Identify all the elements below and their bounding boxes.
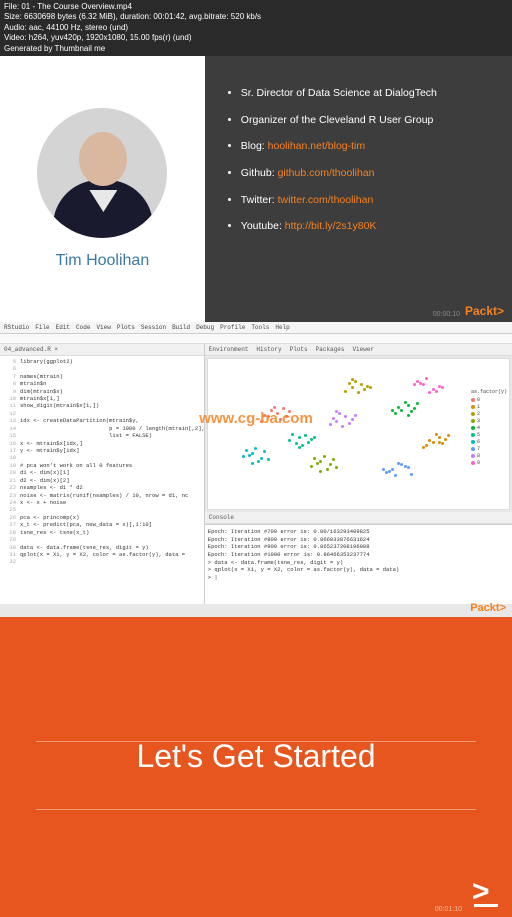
legend-item: 9 [471, 460, 507, 466]
source-tabs[interactable]: 04_advanced.R × [0, 344, 204, 356]
legend-item: 3 [471, 418, 507, 424]
scatter-plot [220, 367, 469, 495]
menu-item[interactable]: Profile [220, 324, 245, 331]
console[interactable]: Epoch: Iteration #700 error is: 0.80/163… [205, 524, 512, 604]
legend-item: 2 [471, 411, 507, 417]
console-tab[interactable]: Console [209, 514, 234, 521]
menu-item[interactable]: RStudio [4, 324, 29, 331]
legend-item: 1 [471, 404, 507, 410]
slide-title: Let's Get Started [136, 738, 375, 775]
pane-tab[interactable]: Environment [209, 346, 249, 353]
title-slide: Let's Get Started 00:01:10 > [0, 617, 512, 917]
bio-item: Organizer of the Cleveland R User Group [241, 113, 494, 128]
bio-item: Blog: hoolihan.net/blog-tim [241, 139, 494, 154]
source-tab[interactable]: 04_advanced.R × [4, 346, 58, 353]
meta-file: File: 01 - The Course Overview.mp4 [4, 2, 508, 12]
bio-right: Sr. Director of Data Science at DialogTe… [205, 56, 512, 322]
packt-brand: Packt> [465, 304, 504, 318]
meta-size: Size: 6630698 bytes (6.32 MiB), duration… [4, 12, 508, 22]
timestamp: 00:00:10 [433, 311, 460, 318]
timestamp: 00:01:10 [435, 906, 462, 913]
pane-tab[interactable]: History [256, 346, 281, 353]
menu-item[interactable]: Session [141, 324, 166, 331]
bio-item: Github: github.com/thoolihan [241, 166, 494, 181]
bio-item: Twitter: twitter.com/thoolihan [241, 193, 494, 208]
legend-item: 5 [471, 432, 507, 438]
menu-item[interactable]: Tools [251, 324, 269, 331]
console-tab-bar[interactable]: Console [205, 512, 512, 524]
legend-item: 6 [471, 439, 507, 445]
right-top-tabs[interactable]: Environment History Plots Packages Viewer [205, 344, 512, 356]
avatar [37, 108, 167, 238]
bio-list: Sr. Director of Data Science at DialogTe… [223, 86, 494, 234]
menu-item[interactable]: Edit [56, 324, 70, 331]
bio-item: Youtube: http://bit.ly/2s1y80K [241, 219, 494, 234]
legend-item: 8 [471, 453, 507, 459]
rstudio-slide: RStudio File Edit Code View Plots Session Build… [0, 322, 512, 617]
pane-tab[interactable]: Packages [316, 346, 345, 353]
code-editor[interactable]: 5library(ggplot2)67names(mtrain)8mtrain$… [0, 356, 204, 604]
presenter-name: Tim Hoolihan [56, 252, 150, 270]
pane-tab[interactable]: Plots [290, 346, 308, 353]
menu-item[interactable]: File [35, 324, 49, 331]
bio-link[interactable]: twitter.com/thoolihan [278, 194, 374, 206]
source-pane: 04_advanced.R × 5library(ggplot2)67names… [0, 344, 205, 604]
meta-video: Video: h264, yuv420p, 1920x1080, 15.00 f… [4, 33, 508, 43]
watermark: www.cg-ba.com [199, 410, 313, 427]
menu-item[interactable]: View [96, 324, 110, 331]
meta-generated: Generated by Thumbnail me [4, 44, 508, 54]
meta-audio: Audio: aac, 44100 Hz, stereo (und) [4, 23, 508, 33]
menu-bar[interactable]: RStudio File Edit Code View Plots Session Build… [0, 322, 512, 334]
divider-top [36, 741, 476, 742]
bio-slide: Tim Hoolihan Sr. Director of Data Scienc… [0, 56, 512, 322]
plot-legend: as.factor(y)0123456789 [471, 389, 507, 467]
menu-item[interactable]: Help [275, 324, 289, 331]
bio-link[interactable]: http://bit.ly/2s1y80K [285, 220, 377, 232]
packt-brand: Packt> [470, 602, 506, 614]
bio-left: Tim Hoolihan [0, 56, 205, 322]
bio-link[interactable]: github.com/thoolihan [278, 167, 375, 179]
divider-bottom [36, 809, 476, 810]
menu-item[interactable]: Code [76, 324, 90, 331]
legend-item: 0 [471, 397, 507, 403]
legend-item: 7 [471, 446, 507, 452]
menu-item[interactable]: Plots [117, 324, 135, 331]
menu-item[interactable]: Debug [196, 324, 214, 331]
toolbar[interactable] [0, 334, 512, 344]
menu-item[interactable]: Build [172, 324, 190, 331]
packt-logo-icon: > [472, 881, 498, 907]
pane-tab[interactable]: Viewer [352, 346, 374, 353]
plot-pane[interactable]: as.factor(y)0123456789 [207, 358, 510, 510]
legend-item: 4 [471, 425, 507, 431]
bio-item: Sr. Director of Data Science at DialogTe… [241, 86, 494, 101]
file-metadata: File: 01 - The Course Overview.mp4 Size:… [0, 0, 512, 56]
bio-link[interactable]: hoolihan.net/blog-tim [268, 140, 365, 152]
